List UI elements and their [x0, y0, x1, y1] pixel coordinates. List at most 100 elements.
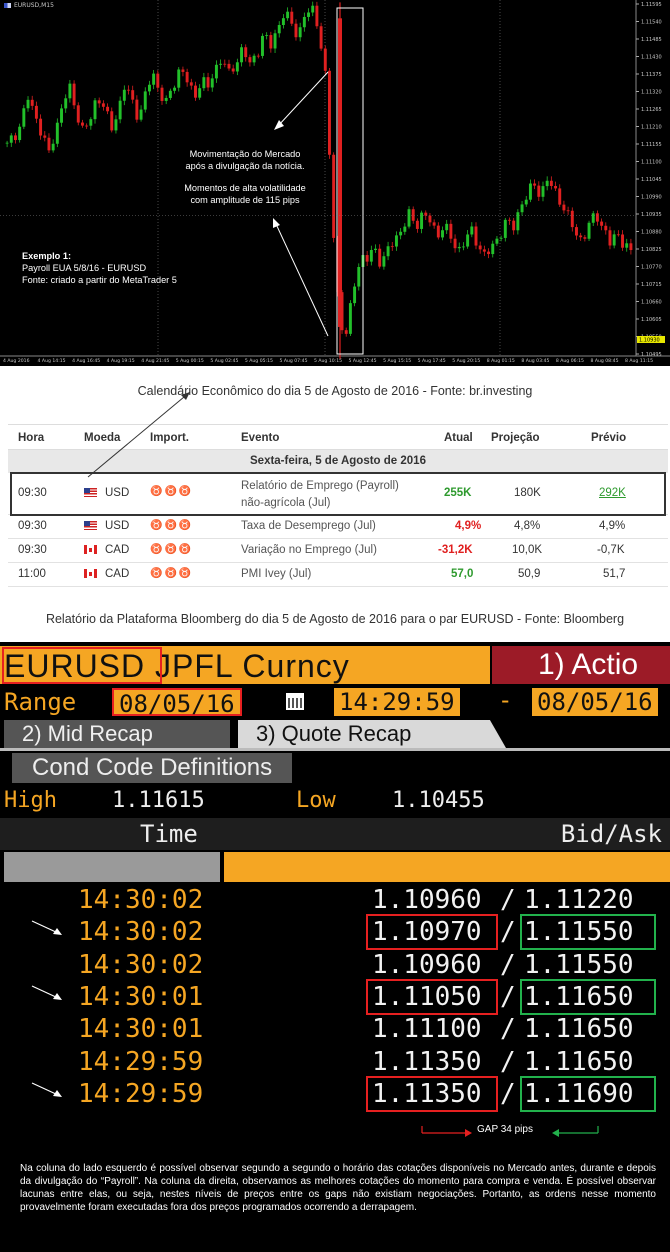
- bid-ask-separator: /: [500, 1014, 516, 1045]
- annotation-arrow-head: [273, 218, 280, 228]
- importance-bulls-icon: ♉♉♉: [150, 520, 194, 531]
- actions-menu-button[interactable]: 1) Actio: [492, 646, 670, 684]
- tab-underline: [0, 748, 670, 751]
- symbol-flag-icon: [4, 3, 11, 8]
- bid-ask-separator: /: [500, 981, 516, 1012]
- row-event[interactable]: Variação no Emprego (Jul): [241, 544, 377, 556]
- col-time[interactable]: Time: [140, 820, 198, 848]
- cond-code-definitions-button[interactable]: Cond Code Definitions: [12, 753, 293, 783]
- quote-row[interactable]: 14:29:59 1.11350 / 1.11650: [0, 1047, 670, 1079]
- candle-body: [386, 246, 390, 257]
- candle-body: [457, 246, 461, 249]
- candle-body: [612, 234, 616, 246]
- date-from-field[interactable]: 08/05/16: [112, 688, 242, 718]
- candle-body: [503, 219, 507, 238]
- candle-body: [382, 256, 386, 267]
- candle-body: [114, 119, 118, 131]
- annotation-arrow-line: [277, 71, 329, 127]
- candle-body: [76, 105, 80, 123]
- col-bid-ask[interactable]: Bid/Ask: [561, 820, 662, 848]
- y-tick-label: 1.11100: [641, 160, 662, 166]
- importance-bulls-icon: ♉♉♉: [150, 544, 194, 555]
- candle-body: [453, 238, 457, 249]
- tab-mid-recap[interactable]: 2) Mid Recap: [4, 720, 230, 748]
- row-previous: 51,7: [603, 568, 626, 580]
- candle-body: [365, 255, 369, 262]
- table-row[interactable]: 09:30 CAD ♉♉♉ Variação no Emprego (Jul) …: [8, 539, 668, 563]
- us-flag-icon: [84, 521, 97, 530]
- y-tick-label: 1.11045: [641, 177, 662, 183]
- candle-body: [173, 87, 177, 91]
- candle-body: [461, 246, 465, 248]
- quote-row[interactable]: 14:30:01 1.11050/1.11650: [0, 978, 670, 1015]
- candle-body: [449, 223, 453, 239]
- candle-body: [64, 98, 68, 109]
- range-label: Range: [4, 688, 77, 716]
- gap-indicator: GAP 34 pips: [420, 1124, 620, 1140]
- quote-row[interactable]: 14:29:59 1.11350/1.11690: [0, 1075, 670, 1112]
- candle-body: [265, 35, 269, 36]
- annotation-line: Movimentação do Mercado: [189, 149, 301, 159]
- bidask-column-bar: [224, 852, 670, 882]
- quote-row[interactable]: 14:30:02 1.10960 / 1.11220: [0, 885, 670, 917]
- canada-flag-icon: [84, 569, 97, 578]
- quote-row[interactable]: 14:30:01 1.11100 / 1.11650: [0, 1014, 670, 1046]
- candle-body: [428, 215, 432, 223]
- candle-body: [575, 227, 578, 236]
- candle-body: [227, 63, 231, 69]
- candle-body: [537, 185, 541, 197]
- row-forecast: 50,9: [518, 568, 541, 580]
- importance-bulls-icon: ♉♉♉: [150, 568, 194, 579]
- candle-body: [420, 212, 424, 229]
- candle-body: [482, 249, 486, 252]
- row-forecast: 10,0K: [512, 544, 543, 556]
- quote-row[interactable]: 14:30:02 1.10970/1.11550: [0, 914, 670, 951]
- candle-body: [474, 226, 478, 246]
- candle-body: [60, 108, 63, 123]
- candle-body: [34, 105, 38, 119]
- candle-body: [110, 111, 114, 131]
- candle-body: [194, 85, 197, 98]
- example-source: Fonte: criado a partir do MetaTrader 5: [22, 275, 177, 285]
- candle-body: [478, 245, 482, 250]
- candle-body: [411, 209, 415, 221]
- calendar-icon[interactable]: [286, 693, 304, 710]
- time-column-bar: [4, 852, 220, 882]
- candle-body: [323, 48, 327, 71]
- candle-body: [68, 83, 72, 99]
- time-from-field[interactable]: 14:29:59: [334, 688, 460, 716]
- bid-highlight-box: [366, 978, 498, 1015]
- tab-quote-recap[interactable]: 3) Quote Recap: [238, 720, 506, 748]
- candle-body: [554, 185, 558, 189]
- annotation-line: com amplitude de 115 pips: [190, 195, 300, 205]
- candle-body: [219, 63, 223, 65]
- row-pointer-arrow-icon: [31, 920, 62, 936]
- candle-body: [210, 78, 214, 88]
- example-line: Payroll EUA 5/8/16 - EURUSD: [22, 263, 147, 273]
- quote-row[interactable]: 14:30:02 1.10960 / 1.11550: [0, 950, 670, 982]
- currency-code: CAD: [105, 568, 130, 580]
- row-event[interactable]: Taxa de Desemprego (Jul): [241, 520, 376, 532]
- quote-bid: 1.10960: [372, 949, 482, 980]
- y-tick-label: 1.10935: [641, 212, 662, 218]
- row-time: 09:30: [18, 520, 47, 532]
- candle-body: [403, 226, 407, 232]
- row-event[interactable]: PMI Ivey (Jul): [241, 568, 311, 580]
- date-to-field[interactable]: 08/05/16: [532, 688, 658, 716]
- recap-tabs: 2) Mid Recap 3) Quote Recap: [0, 720, 670, 748]
- table-row[interactable]: 09:30 USD ♉♉♉ Taxa de Desemprego (Jul) 4…: [8, 515, 668, 539]
- table-row[interactable]: 11:00 CAD ♉♉♉ PMI Ivey (Jul) 57,0 50,9 5…: [8, 563, 668, 587]
- y-tick-label: 1.11155: [641, 142, 662, 148]
- candle-body: [528, 183, 532, 200]
- candle-body: [311, 5, 315, 13]
- candle-body: [139, 109, 143, 120]
- ticker-highlight-box: [2, 647, 162, 684]
- chart-symbol-label: EURUSD,M15: [14, 2, 54, 9]
- bloomberg-caption: Relatório da Plataforma Bloomberg do dia…: [45, 612, 625, 626]
- candle-body: [231, 68, 235, 72]
- overlay-arrow-svg: [87, 391, 191, 478]
- y-tick-label: 1.10990: [641, 195, 662, 201]
- candle-body: [256, 55, 260, 57]
- candle-body: [549, 180, 553, 186]
- row-actual: 57,0: [451, 568, 474, 580]
